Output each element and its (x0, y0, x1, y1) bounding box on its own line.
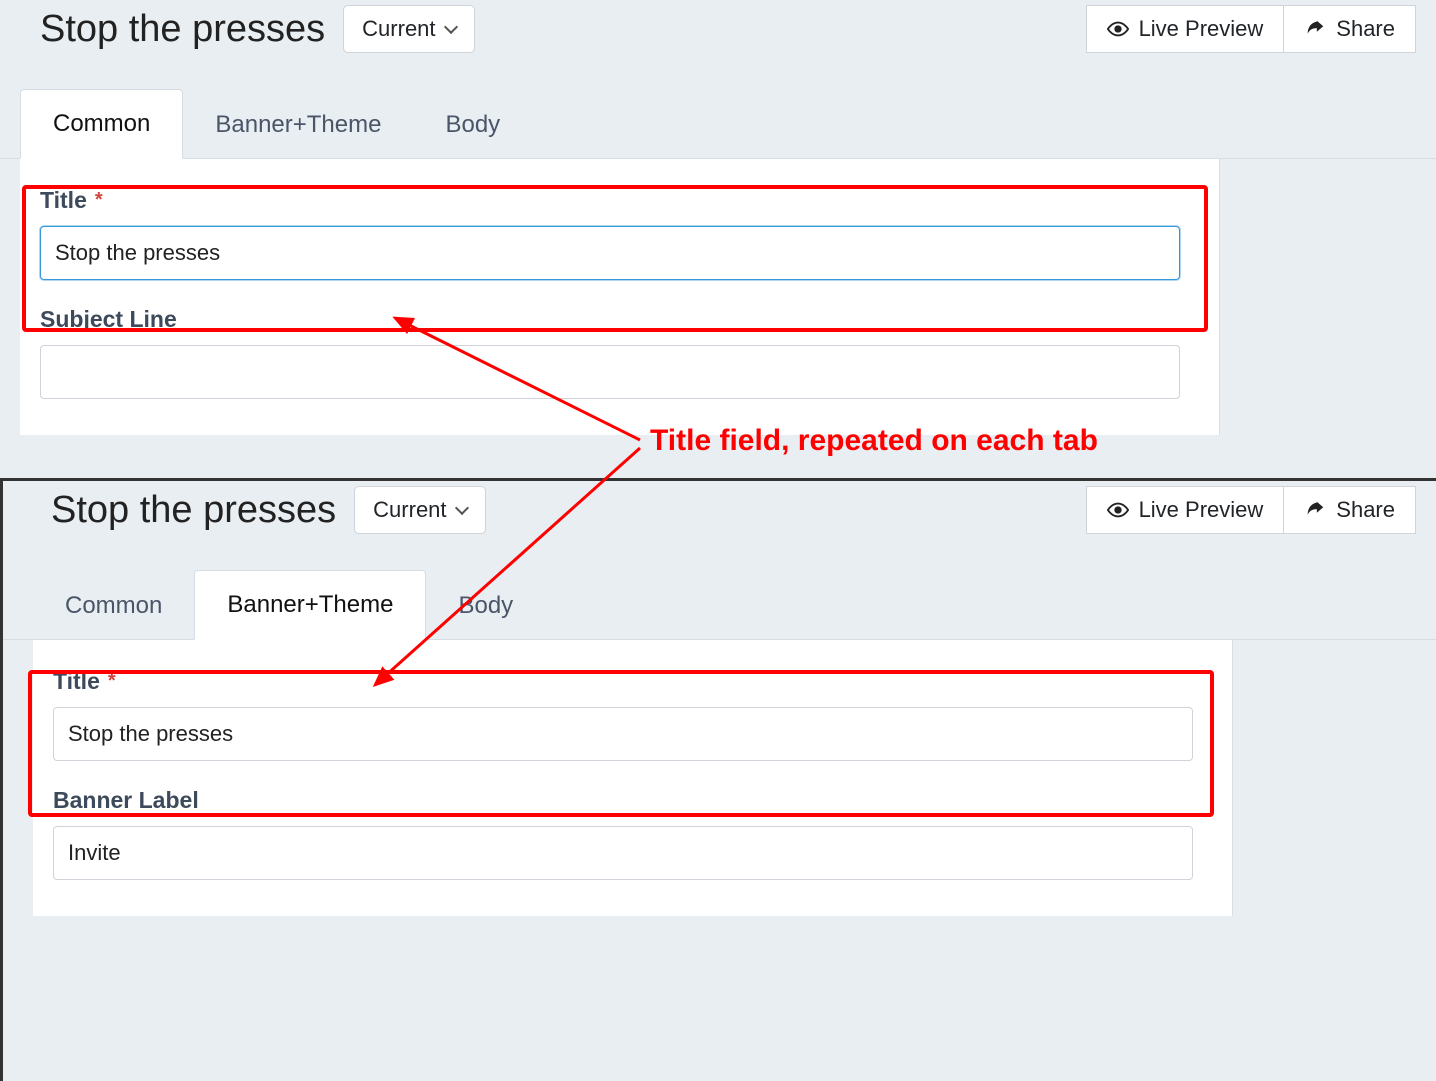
title-input[interactable] (40, 226, 1180, 280)
live-preview-button[interactable]: Live Preview (1086, 486, 1285, 534)
tabs: Common Banner+Theme Body (0, 88, 1436, 159)
chevron-down-icon (454, 501, 468, 515)
live-preview-label: Live Preview (1139, 497, 1264, 523)
form-panel: Title * Subject Line (20, 159, 1220, 435)
share-button[interactable]: Share (1284, 5, 1416, 53)
subject-line-input[interactable] (40, 345, 1180, 399)
share-label: Share (1336, 497, 1395, 523)
screenshot-common-tab: Stop the presses Current Live Preview Sh… (0, 0, 1436, 478)
version-dropdown[interactable]: Current (343, 5, 474, 53)
live-preview-label: Live Preview (1139, 16, 1264, 42)
banner-label-label: Banner Label (53, 787, 1212, 814)
eye-icon (1107, 499, 1129, 521)
title-field-block: Title * (53, 668, 1212, 761)
eye-icon (1107, 18, 1129, 40)
title-field-block: Title * (40, 187, 1199, 280)
screenshot-banner-theme-tab: Stop the presses Current Live Preview Sh… (0, 478, 1436, 1081)
tabs: Common Banner+Theme Body (3, 569, 1436, 640)
page-header: Stop the presses Current Live Preview Sh… (3, 481, 1436, 539)
title-label: Title * (53, 668, 1212, 695)
page-title: Stop the presses (40, 8, 325, 51)
tab-banner-theme[interactable]: Banner+Theme (183, 91, 413, 159)
tab-banner-theme[interactable]: Banner+Theme (194, 570, 426, 640)
required-asterisk-icon: * (95, 189, 103, 212)
version-dropdown-label: Current (362, 16, 435, 42)
banner-label-field-block: Banner Label (53, 787, 1212, 880)
tab-body[interactable]: Body (426, 572, 545, 640)
tab-body[interactable]: Body (413, 91, 532, 159)
title-label-text: Title (40, 187, 87, 214)
share-arrow-icon (1304, 18, 1326, 40)
tab-common[interactable]: Common (20, 89, 183, 159)
header-actions: Live Preview Share (1086, 5, 1416, 53)
header-actions: Live Preview Share (1086, 486, 1416, 534)
tab-common[interactable]: Common (33, 572, 194, 640)
live-preview-button[interactable]: Live Preview (1086, 5, 1285, 53)
subject-line-field-block: Subject Line (40, 306, 1199, 399)
title-input[interactable] (53, 707, 1193, 761)
version-dropdown[interactable]: Current (354, 486, 485, 534)
share-arrow-icon (1304, 499, 1326, 521)
title-label: Title * (40, 187, 1199, 214)
page-header: Stop the presses Current Live Preview Sh… (0, 0, 1436, 58)
share-label: Share (1336, 16, 1395, 42)
subject-line-label: Subject Line (40, 306, 1199, 333)
annotation-callout-text: Title field, repeated on each tab (650, 424, 1098, 458)
banner-label-input[interactable] (53, 826, 1193, 880)
page-title: Stop the presses (51, 489, 336, 532)
share-button[interactable]: Share (1284, 486, 1416, 534)
chevron-down-icon (443, 20, 457, 34)
version-dropdown-label: Current (373, 497, 446, 523)
title-label-text: Title (53, 668, 100, 695)
form-panel: Title * Banner Label (33, 640, 1233, 916)
required-asterisk-icon: * (108, 670, 116, 693)
